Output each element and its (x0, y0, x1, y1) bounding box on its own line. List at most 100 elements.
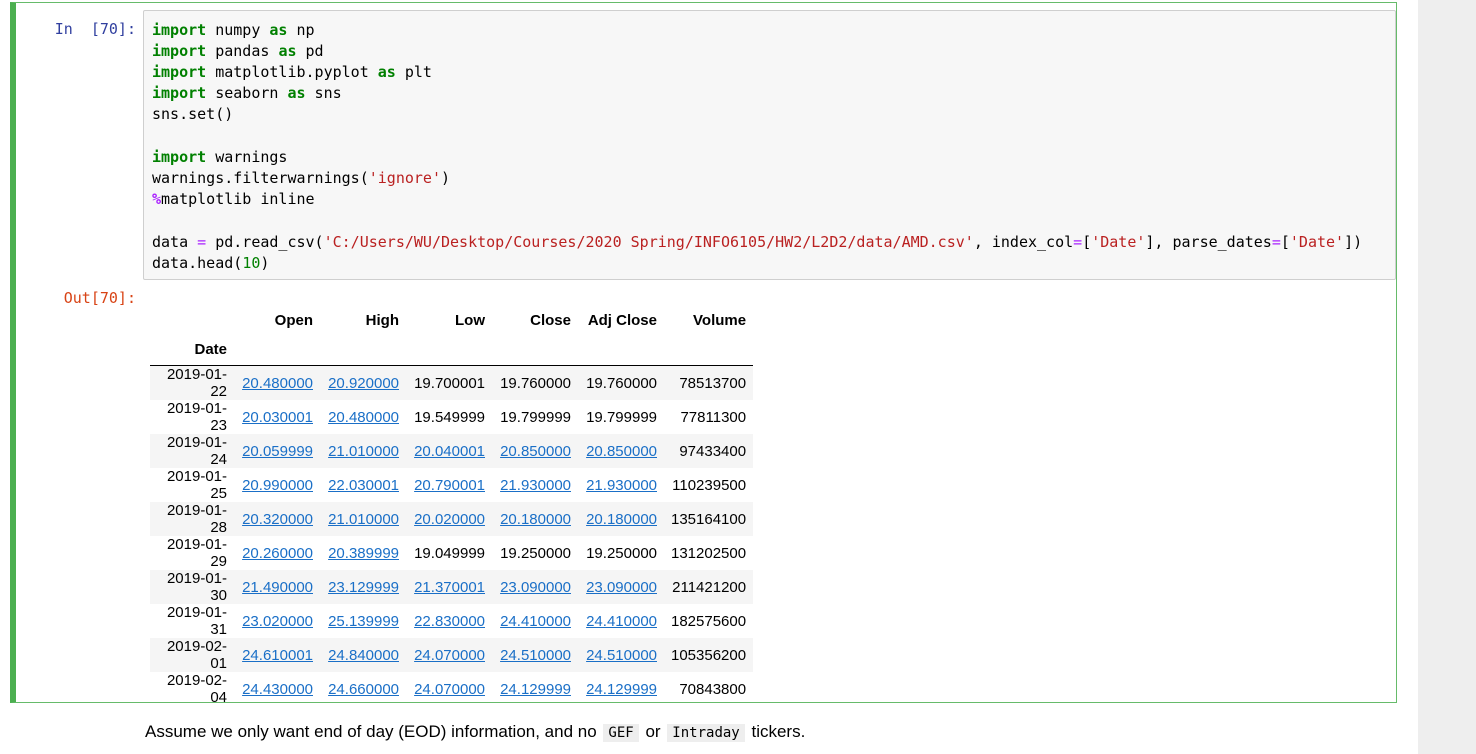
table-cell: 19.549999 (414, 408, 485, 426)
row-index: 2019-01-22 (166, 366, 227, 400)
table-cell: 131202500 (671, 544, 747, 562)
table-cell-link[interactable]: 21.930000 (492, 468, 578, 502)
table-cell: 19.700001 (414, 374, 485, 392)
column-header: Close (530, 311, 571, 329)
table-cell-link[interactable]: 20.260000 (234, 536, 320, 570)
column-header: Volume (693, 311, 747, 329)
dataframe-table: Open High Low Close Adj Close Volume Dat… (150, 299, 754, 706)
table-row: 2019-01-22 20.480000 20.920000 19.700001 19.… (150, 365, 754, 401)
code-line: import pandas as pd (152, 42, 324, 60)
table-cell-link[interactable]: 24.129999 (578, 672, 664, 706)
text-segment: or (645, 722, 661, 741)
table-cell-link[interactable]: 21.930000 (578, 468, 664, 502)
table-cell-link[interactable]: 23.090000 (492, 570, 578, 604)
table-cell-link[interactable]: 24.410000 (578, 604, 664, 638)
table-row: 2019-02-04 24.430000 24.660000 24.070000 24.… (150, 672, 753, 706)
table-cell-link[interactable]: 20.850000 (492, 434, 578, 468)
table-cell-link[interactable]: 20.040001 (406, 434, 492, 468)
table-cell: 70843800 (679, 680, 747, 698)
table-cell-link[interactable]: 20.480000 (234, 366, 320, 401)
table-cell-link[interactable]: 20.020000 (406, 502, 492, 536)
column-header: Open (274, 311, 313, 329)
table-cell-link[interactable]: 24.070000 (406, 672, 492, 706)
code-line: import numpy as np (152, 21, 315, 39)
table-cell-link[interactable]: 21.490000 (234, 570, 320, 604)
table-cell: 77811300 (680, 408, 747, 426)
table-cell: 110239500 (672, 476, 747, 494)
output-prompt: Out[70]: (63, 289, 136, 307)
table-cell-link[interactable]: 24.660000 (320, 672, 406, 706)
row-index: 2019-01-29 (166, 536, 227, 570)
table-row: 2019-01-31 23.020000 25.139999 22.830000 24.… (150, 604, 753, 638)
table-cell-link[interactable]: 24.840000 (320, 638, 406, 672)
table-cell: 19.049999 (414, 544, 485, 562)
column-header: High (365, 311, 399, 329)
table-cell: 78513700 (679, 374, 747, 392)
table-row: 2019-01-25 20.990000 22.030001 20.790001 21.… (150, 468, 753, 502)
table-cell-link[interactable]: 24.610001 (234, 638, 320, 672)
table-cell-link[interactable]: 20.180000 (578, 502, 664, 536)
table-cell: 105356200 (671, 646, 747, 664)
table-cell-link[interactable]: 20.320000 (234, 502, 320, 536)
table-cell-link[interactable]: 23.129999 (320, 570, 406, 604)
table-cell-link[interactable]: 23.090000 (578, 570, 664, 604)
table-cell-link[interactable]: 20.059999 (234, 434, 320, 468)
inline-code: GEF (603, 724, 639, 742)
table-cell: 19.799999 (586, 408, 657, 426)
row-index: 2019-01-30 (166, 570, 227, 604)
code-line: data = pd.read_csv('C:/Users/WU/Desktop/… (152, 233, 1363, 251)
code-editor[interactable]: import numpy as np import pandas as pd i… (143, 10, 1396, 280)
row-index: 2019-02-01 (166, 638, 227, 672)
table-cell-link[interactable]: 20.920000 (320, 366, 406, 401)
table-cell-link[interactable]: 21.010000 (320, 502, 406, 536)
table-cell: 19.760000 (586, 374, 657, 392)
table-cell-link[interactable]: 20.030001 (234, 400, 320, 434)
table-cell-link[interactable]: 24.510000 (578, 638, 664, 672)
table-cell-link[interactable]: 24.510000 (492, 638, 578, 672)
table-cell-link[interactable]: 24.410000 (492, 604, 578, 638)
table-cell-link[interactable]: 20.389999 (320, 536, 406, 570)
scrollbar-track[interactable] (1418, 0, 1476, 754)
column-header: Adj Close (587, 311, 657, 329)
row-index: 2019-01-23 (166, 400, 227, 434)
table-cell-link[interactable]: 21.010000 (320, 434, 406, 468)
index-name: Date (150, 341, 234, 366)
code-line: import warnings (152, 148, 288, 166)
index-name-row: Date (150, 341, 754, 366)
table-cell: 135164100 (671, 510, 747, 528)
table-row: 2019-01-29 20.260000 20.389999 19.049999 19.… (150, 536, 753, 570)
markdown-text: Assume we only want end of day (EOD) inf… (145, 722, 805, 742)
text-segment: Assume we only want end of day (EOD) inf… (145, 722, 597, 741)
table-cell: 97433400 (679, 442, 747, 460)
code-line: import seaborn as sns (152, 84, 342, 102)
table-cell: 19.250000 (586, 544, 657, 562)
code-cell[interactable]: In [70]: import numpy as np import panda… (10, 2, 1397, 706)
text-segment: tickers. (751, 722, 806, 741)
table-cell-link[interactable]: 24.070000 (406, 638, 492, 672)
table-cell-link[interactable]: 22.830000 (406, 604, 492, 638)
table-cell-link[interactable]: 20.850000 (578, 434, 664, 468)
table-cell-link[interactable]: 20.790001 (406, 468, 492, 502)
table-cell-link[interactable]: 23.020000 (234, 604, 320, 638)
row-index: 2019-01-24 (166, 434, 227, 468)
code-line: %matplotlib inline (152, 190, 315, 208)
table-cell: 19.799999 (500, 408, 571, 426)
table-cell-link[interactable]: 20.990000 (234, 468, 320, 502)
table-cell: 19.760000 (500, 374, 571, 392)
table-row: 2019-01-24 20.059999 21.010000 20.040001 20.… (150, 434, 754, 468)
table-cell-link[interactable]: 20.480000 (320, 400, 406, 434)
table-cell-link[interactable]: 24.129999 (492, 672, 578, 706)
table-row: 2019-01-28 20.320000 21.010000 20.020000 20.… (150, 502, 754, 536)
code-line: data.head(10) (152, 254, 270, 272)
table-cell-link[interactable]: 24.430000 (234, 672, 320, 706)
row-index: 2019-02-04 (166, 672, 227, 706)
table-cell-link[interactable]: 25.139999 (320, 604, 406, 638)
table-cell-link[interactable]: 22.030001 (320, 468, 406, 502)
column-header-row: Open High Low Close Adj Close Volume (150, 299, 753, 341)
code-line: warnings.filterwarnings('ignore') (152, 169, 451, 187)
table-cell-link[interactable]: 21.370001 (406, 570, 492, 604)
code-line: import matplotlib.pyplot as plt (152, 63, 432, 81)
table-cell-link[interactable]: 20.180000 (492, 502, 578, 536)
row-index: 2019-01-25 (166, 468, 227, 502)
